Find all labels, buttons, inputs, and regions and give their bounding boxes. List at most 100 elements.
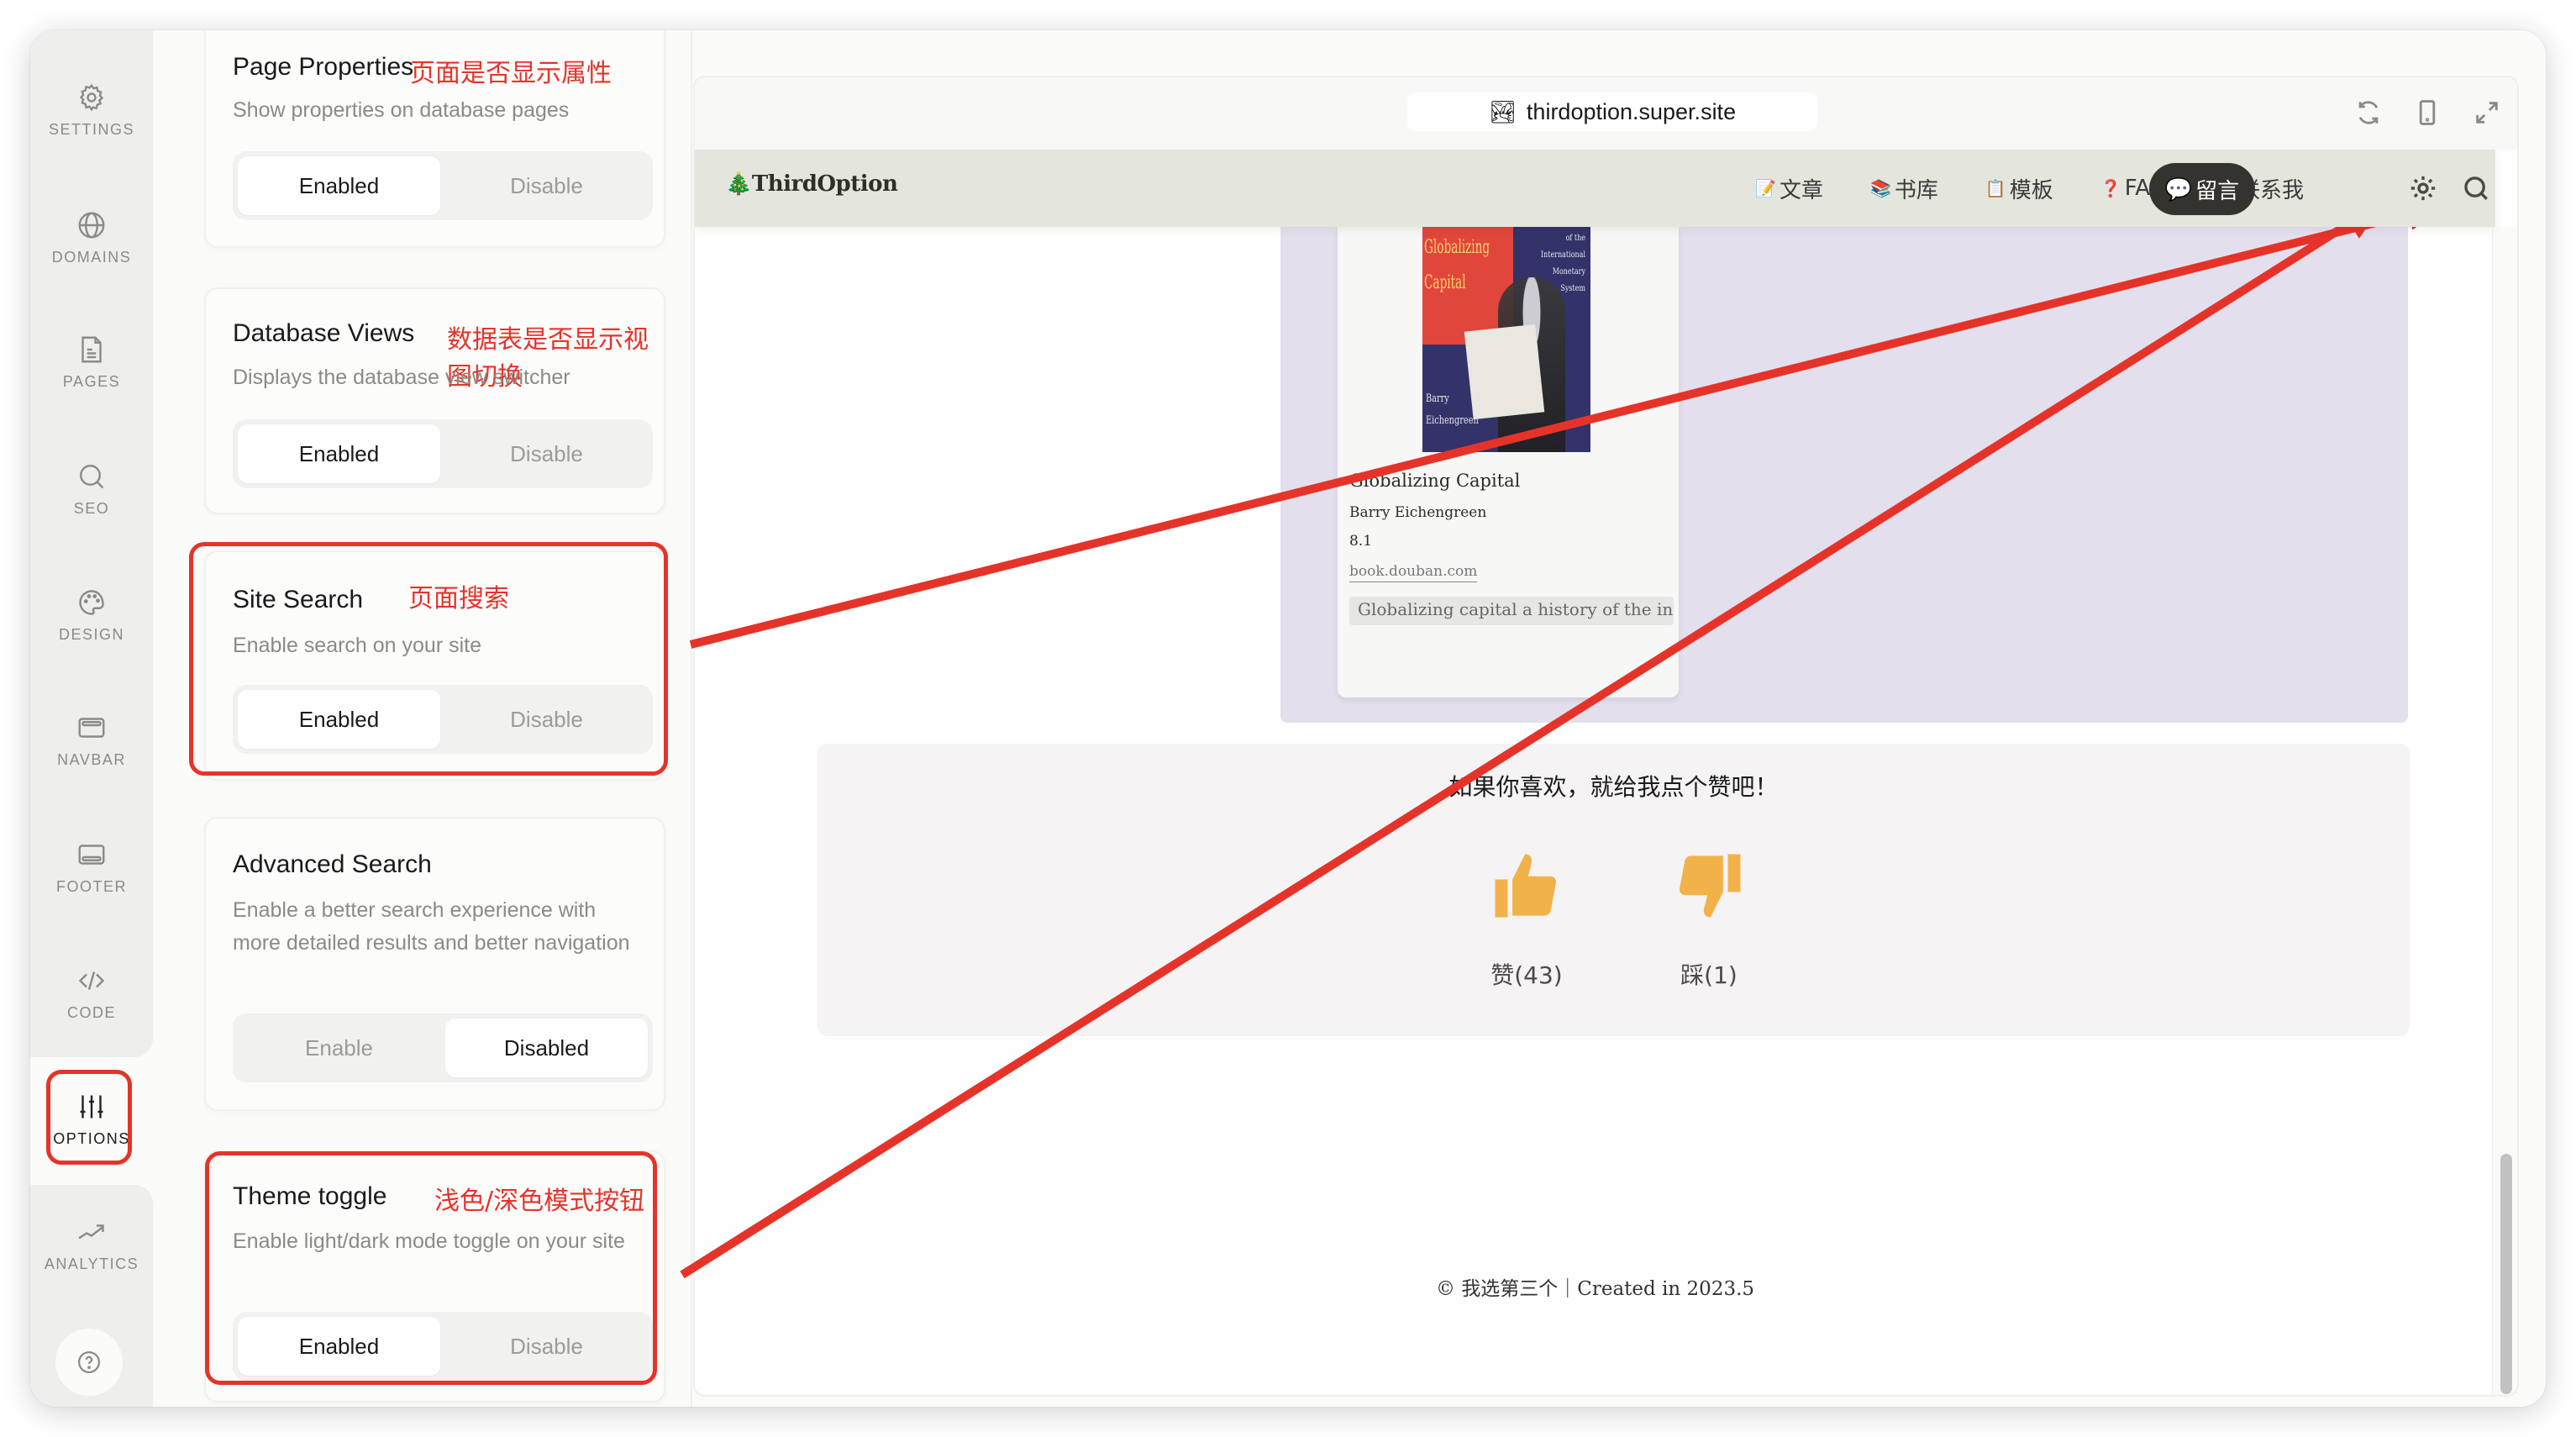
enabled-option[interactable]: Enabled	[238, 1317, 440, 1376]
disabled-option[interactable]: Disabled	[445, 1019, 648, 1077]
option-card-site-search: Site Search 页面搜索 Enable search on your s…	[204, 550, 665, 781]
cover-author: Barry Eichengreen	[1426, 392, 1479, 427]
nav-link-articles[interactable]: 📝 文章	[1755, 173, 1823, 204]
question-icon: ❓	[2100, 178, 2121, 198]
option-description: Show properties on database pages	[233, 98, 570, 122]
option-annotation: 页面是否显示属性	[410, 59, 612, 88]
sidebar-item-label: ANALYTICS	[44, 1255, 139, 1272]
option-title: Page Properties	[233, 53, 414, 81]
site-favicon: 🏞	[1488, 98, 1517, 124]
trending-up-icon	[78, 1224, 104, 1240]
option-card-page-properties: Page Properties 页面是否显示属性 Show properties…	[204, 30, 665, 248]
mobile-view-button[interactable]	[2410, 96, 2444, 129]
gear-icon	[79, 83, 104, 112]
sidebar-item-domains[interactable]: DOMAINS	[30, 210, 153, 303]
memo-icon: 📝	[1755, 178, 1776, 198]
option-title: Database Views	[233, 319, 415, 347]
enable-option[interactable]: Enable	[238, 1019, 440, 1077]
sidebar-item-label: DOMAINS	[51, 249, 132, 266]
cover-subtitle: of the International Monetary System	[1540, 234, 1585, 293]
enabled-option[interactable]: Enabled	[238, 424, 440, 483]
enabled-option[interactable]: Enabled	[238, 156, 440, 215]
site-preview: 🏞 thirdoption.super.site 🎄ThirdOption 📝 文…	[693, 76, 2519, 1397]
book-title: Globalizing Capital	[1349, 471, 1521, 491]
gallery-block: Globalizing Capital of the International…	[1280, 227, 2408, 723]
nav-link-library[interactable]: 📚 书库	[1870, 173, 1938, 204]
sidebar-item-label: NAVBAR	[57, 751, 126, 768]
expand-icon	[2476, 102, 2498, 124]
sidebar-item-label: DESIGN	[58, 626, 124, 643]
book-tag: Globalizing capital a history of the int…	[1349, 597, 1674, 625]
theme-toggle-button[interactable]	[2409, 174, 2437, 203]
refresh-button[interactable]	[2352, 96, 2385, 129]
option-card-advanced-search: Advanced Search Enable a better search e…	[204, 817, 665, 1111]
sun-icon	[2410, 176, 2436, 201]
like-count: 赞(43)	[1490, 961, 1563, 989]
option-title: Theme toggle	[233, 1182, 387, 1210]
refresh-icon	[2358, 101, 2379, 124]
tree-icon: 🎄	[725, 171, 752, 197]
option-description: Enable light/dark mode toggle on your si…	[233, 1229, 625, 1253]
site-brand[interactable]: 🎄ThirdOption	[725, 171, 898, 197]
thumbs-down-icon	[1680, 854, 1741, 918]
site-navbar: 🎄ThirdOption 📝文章 📚书库 📋模板 ❓FAQ 📮联系我 💬留言	[695, 150, 2495, 227]
disable-option[interactable]: Disable	[445, 424, 648, 483]
options-panel: Page Properties 页面是否显示属性 Show properties…	[153, 30, 692, 1407]
guestbook-button[interactable]: 💬 留言	[2149, 163, 2255, 215]
sidebar-item-label: SETTINGS	[48, 121, 134, 138]
like-button[interactable]: 赞(43)	[1476, 848, 1577, 991]
sidebar-item-label: FOOTER	[56, 878, 127, 895]
book-source-link[interactable]: book.douban.com	[1349, 563, 1478, 582]
code-icon	[78, 971, 105, 990]
mobile-icon	[2419, 100, 2436, 125]
url-bar[interactable]: 🏞 thirdoption.super.site	[1407, 92, 1817, 131]
sidebar-item-code[interactable]: CODE	[30, 966, 153, 1058]
book-card[interactable]: Globalizing Capital of the International…	[1338, 227, 1679, 697]
page-properties-toggle: Enabled Disable	[233, 151, 653, 220]
search-icon	[2464, 176, 2488, 200]
nav-link-templates[interactable]: 📋 模板	[1985, 173, 2053, 204]
advanced-search-toggle: Enable Disabled	[233, 1013, 653, 1082]
sidebar-item-label: CODE	[66, 1004, 116, 1021]
book-cover: Globalizing Capital of the International…	[1422, 227, 1590, 452]
expand-button[interactable]	[2470, 96, 2504, 129]
enabled-option[interactable]: Enabled	[238, 690, 440, 749]
dislike-button[interactable]: 踩(1)	[1659, 848, 1759, 991]
option-title: Site Search	[233, 586, 364, 613]
disable-option[interactable]: Disable	[445, 156, 648, 215]
sidebar-item-label: PAGES	[62, 373, 121, 390]
footer-icon	[78, 845, 105, 865]
site-footer: © 我选第三个｜Created in 2023.5	[1435, 1278, 1755, 1300]
thumbs-up-icon	[1495, 854, 1556, 918]
page-icon	[81, 336, 102, 363]
disable-option[interactable]: Disable	[445, 690, 648, 749]
preview-scrollbar[interactable]	[2492, 227, 2517, 1395]
like-prompt: 如果你喜欢，就给我点个赞吧！	[1448, 773, 1779, 801]
app-window: SETTINGS DOMAINS PAGES SEO DESIGN NAVBAR…	[30, 30, 2546, 1407]
scrollbar-thumb[interactable]	[2500, 1154, 2512, 1394]
sidebar-item-settings[interactable]: SETTINGS	[30, 82, 153, 175]
sidebar-item-analytics[interactable]: ANALYTICS	[30, 1217, 153, 1309]
site-search-button[interactable]	[2462, 174, 2490, 203]
sidebar-item-footer[interactable]: FOOTER	[30, 840, 153, 932]
speech-bubble-icon: 💬	[2164, 176, 2193, 202]
database-views-toggle: Enabled Disable	[233, 419, 653, 488]
like-widget: 如果你喜欢，就给我点个赞吧！ 赞(43) 踩(1)	[817, 744, 2410, 1036]
preview-toolbar: 🏞 thirdoption.super.site	[695, 77, 2517, 150]
option-title: Advanced Search	[233, 850, 432, 878]
option-description: Enable a better search experience with m…	[233, 898, 630, 955]
sidebar-item-navbar[interactable]: NAVBAR	[30, 713, 153, 805]
search-icon	[80, 465, 104, 489]
disable-option[interactable]: Disable	[445, 1317, 648, 1376]
clipboard-icon: 📋	[1985, 178, 2006, 198]
sidebar-item-seo[interactable]: SEO	[30, 461, 153, 554]
globe-icon	[78, 212, 105, 239]
sidebar-item-pages[interactable]: PAGES	[30, 334, 153, 427]
books-icon: 📚	[1869, 178, 1891, 198]
book-score: 8.1	[1349, 533, 1373, 550]
sidebar-item-design[interactable]: DESIGN	[30, 587, 153, 680]
book-author: Barry Eichengreen	[1349, 504, 1487, 521]
option-annotation: 页面搜索	[408, 584, 509, 613]
help-circle-icon	[78, 1351, 100, 1373]
help-button[interactable]	[55, 1329, 123, 1396]
